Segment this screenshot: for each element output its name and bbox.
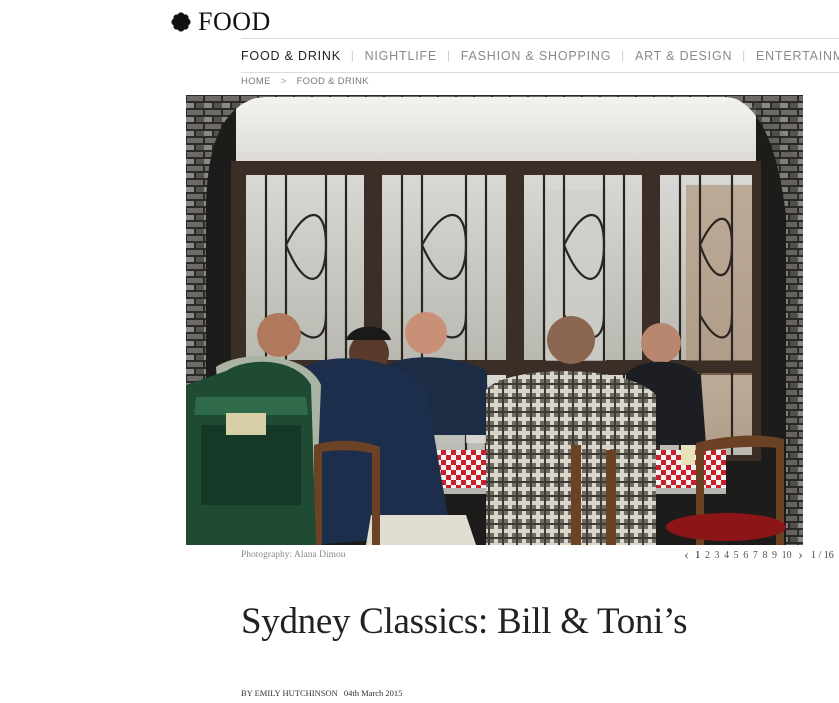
pager-page[interactable]: 1: [695, 550, 700, 561]
nav-divider: |: [350, 49, 355, 62]
photo-caption: Photography: Alana Dimou: [241, 550, 346, 560]
flower-logo-icon: [171, 12, 191, 32]
site-logo[interactable]: FOOD: [171, 7, 271, 37]
article-byline: BY EMILY HUTCHINSON 04th March 2015: [241, 688, 402, 698]
section-title: FOOD: [198, 7, 271, 36]
article-title: Sydney Classics: Bill & Toni’s: [241, 601, 688, 642]
pager-page[interactable]: 2: [705, 550, 710, 561]
breadcrumb: HOME > FOOD & DRINK: [241, 76, 369, 87]
restaurant-photo-illustration: [186, 95, 803, 545]
author-name[interactable]: BY EMILY HUTCHINSON: [241, 688, 338, 698]
nav-item-art-design[interactable]: ART & DESIGN: [635, 49, 732, 63]
breadcrumb-current[interactable]: FOOD & DRINK: [297, 76, 369, 87]
nav-item-entertainment[interactable]: ENTERTAINMENT: [756, 49, 839, 63]
gallery-count: 1 / 16: [810, 549, 834, 561]
pager-page[interactable]: 10: [782, 550, 792, 561]
breadcrumb-home[interactable]: HOME: [241, 76, 271, 87]
nav-item-fashion-shopping[interactable]: FASHION & SHOPPING: [461, 49, 612, 63]
nav-item-nightlife[interactable]: NIGHTLIFE: [365, 49, 437, 63]
chevron-left-icon[interactable]: ‹: [684, 548, 689, 563]
nav-divider: |: [447, 49, 451, 62]
breadcrumb-separator: >: [280, 76, 287, 87]
pager-page[interactable]: 3: [714, 550, 719, 561]
pager-page[interactable]: 9: [772, 550, 777, 561]
gallery-pager: ‹ 1 2 3 4 5 6 7 8 9 10 › 1 / 16: [680, 548, 834, 563]
chevron-right-icon[interactable]: ›: [798, 548, 803, 563]
publish-date: 04th March 2015: [343, 688, 403, 698]
pager-page[interactable]: 7: [753, 550, 758, 561]
nav-divider: |: [621, 49, 625, 62]
nav-divider: |: [742, 49, 746, 62]
pager-page[interactable]: 6: [743, 550, 748, 561]
nav-item-food-drink[interactable]: FOOD & DRINK: [241, 49, 341, 63]
pager-page[interactable]: 8: [762, 550, 767, 561]
pager-page[interactable]: 4: [724, 550, 729, 561]
main-nav: FOOD & DRINK | NIGHTLIFE | FASHION & SHO…: [241, 38, 839, 73]
gallery-photo[interactable]: [186, 95, 803, 545]
pager-page[interactable]: 5: [734, 550, 739, 561]
